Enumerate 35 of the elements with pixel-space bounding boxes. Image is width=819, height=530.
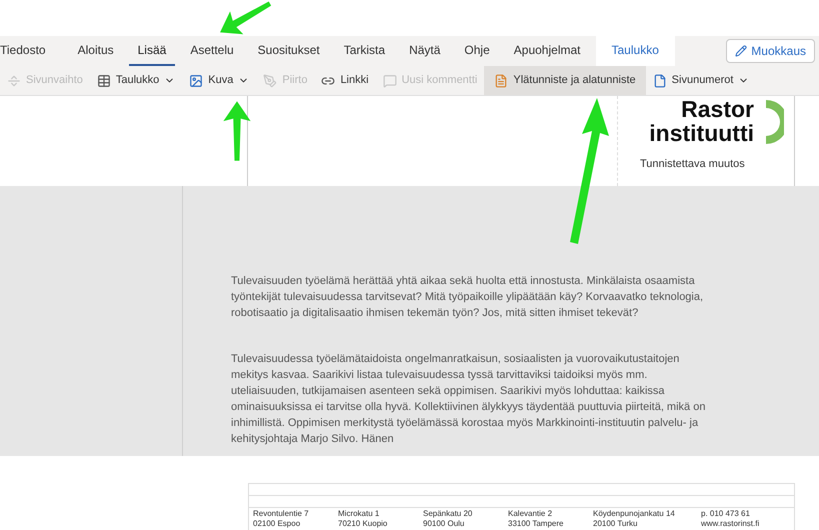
logo-title: Rastor: [681, 98, 754, 120]
ribbon-tab[interactable]: Tarkista: [334, 36, 394, 66]
page-break-icon: [7, 74, 21, 88]
body-paragraph: Tulevaisuudessa työelämätaidoista ongelmanratkaisun, sosiaalisten ja vuorovaikutustaitojen mekitys kasvaa. Saarikivi listaa tulevaisuudessa tyssä tarvittaviksi taidoiksi myös mm. uteliaisuuden, tutkijamaisen asenteen sekä oppimisen. Saarikivi myös lohduttaa: kaikissa ominaisuuksissa ei tarvitse olla hyvä. Kollektiivinen älykkyys täydentää puuttuvia piirteitä, mikä on inhimillistä. Oppimisen merkitystä työelämässä korostaa myös Markkinointi-instituutin palvelu- ja kehitysjohtaja Marjo Silvo. Hänen: [231, 352, 706, 447]
toolbar-button[interactable]: Kuva: [182, 66, 256, 95]
address-cell-text: Sepänkatu 20 90100 Oulu: [422, 509, 474, 529]
toolbar-button[interactable]: Ylätunniste ja alatunniste: [484, 66, 646, 95]
pen-icon: [263, 74, 278, 88]
ribbon-tab[interactable]: Ohje: [455, 36, 499, 66]
address-cell-text: Kalevantie 2 33100 Tampere: [507, 509, 564, 529]
document-icon: [494, 74, 508, 88]
edit-mode-button[interactable]: Muokkaus: [726, 39, 815, 63]
ribbon-tab[interactable]: Tiedosto: [0, 36, 66, 66]
logo-arc-icon: [764, 98, 784, 146]
body-paragraph: Tulevaisuuden työelämä herättää yhtä aikaa sekä huolta että innostusta. Minkälaista osaamista työntekijät tulevaisuudessa tarvitsevat? Mitä työpaikoille ylipäätään käy? Korvaavatko teknologia, robotisaatio ja digitalisaatio ihmisen tekemän työn? Jos, mitä sitten ihmiset tekevät?: [231, 274, 704, 321]
address-cell-text: Microkatu 1 70210 Kuopio: [337, 509, 388, 529]
page-icon: [652, 74, 667, 88]
address-cell-text: Köydenpunojankatu 14 20100 Turku: [592, 509, 676, 529]
image-icon: [189, 74, 204, 88]
logo-tagline: Tunnistettava muutos: [640, 157, 745, 170]
table-icon: [96, 74, 111, 88]
ribbon-tab[interactable]: Suositukset: [248, 36, 329, 66]
toolbar-button[interactable]: Taulukko: [90, 66, 182, 95]
ribbon-tab[interactable]: Aloitus: [68, 36, 123, 66]
address-cell-text: Revontulentie 7 02100 Espoo: [252, 509, 310, 529]
address-cell-text: p. 010 473 61 www.rastorinst.fi: [700, 509, 760, 529]
ribbon-tab[interactable]: Asettelu: [181, 36, 243, 66]
toolbar-button[interactable]: Sivunumerot: [646, 66, 756, 95]
ribbon-tab[interactable]: Apuohjelmat: [504, 36, 590, 66]
ribbon-tab[interactable]: Näytä: [400, 36, 450, 66]
comment-icon: [382, 74, 397, 88]
pencil-icon: [735, 45, 748, 57]
logo-title: instituutti: [649, 120, 754, 146]
ribbon-tab[interactable]: Taulukko: [596, 36, 675, 66]
toolbar-button[interactable]: Linkki: [314, 66, 376, 95]
